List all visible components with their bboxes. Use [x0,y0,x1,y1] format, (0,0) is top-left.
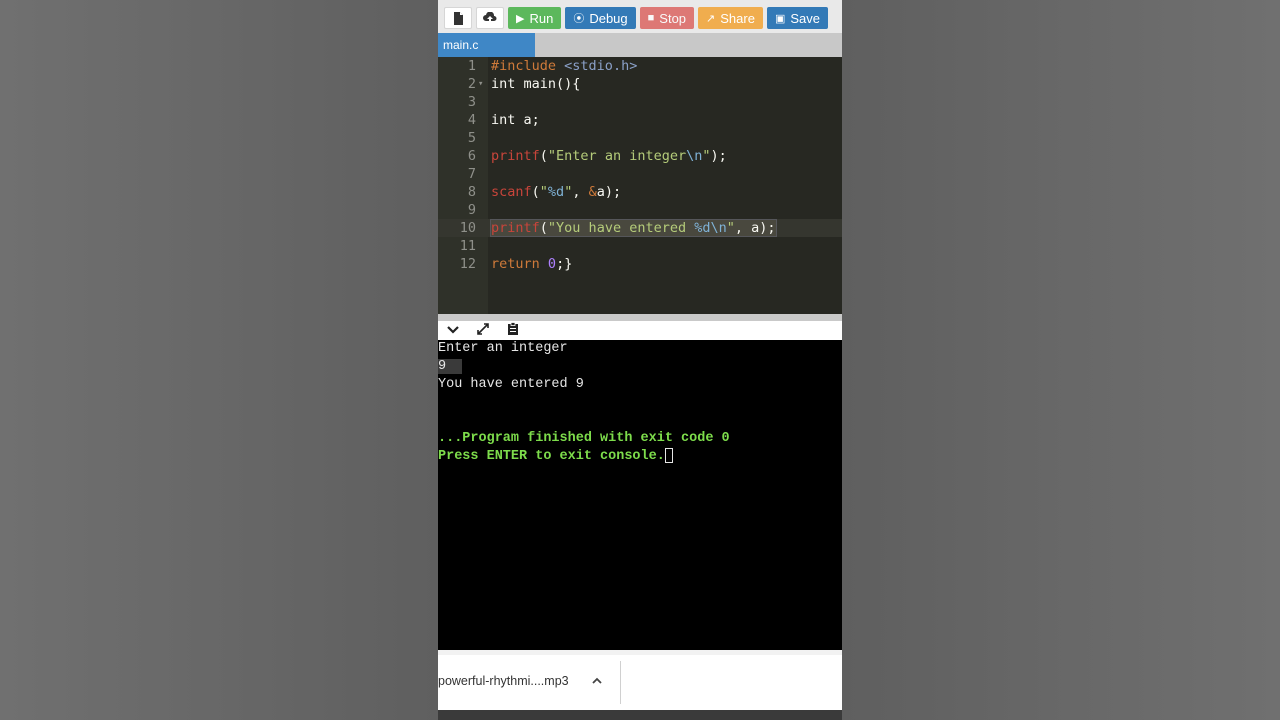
console-input-line: 9 [438,358,463,376]
new-file-button[interactable] [444,7,472,29]
code-line-active[interactable]: 10 printf("You have entered %d\n", a); [438,219,842,237]
debug-label: Debug [589,10,628,26]
online-compiler-app: ▶ Run ⦿ Debug ■ Stop ↗ Share ▣ Save main… [438,0,842,720]
chevron-up-icon [592,677,602,684]
line-number: 4 [467,112,476,128]
stop-button[interactable]: ■ Stop [639,7,695,29]
console-input-value: 9 [438,359,463,374]
file-tabs: main.c [438,33,842,57]
cloud-upload-icon [483,12,497,22]
save-button[interactable]: ▣ Save [766,7,829,29]
bottom-strip [438,710,842,720]
share-label: Share [720,10,755,26]
line-number: 1 [467,58,476,74]
copy-output-button[interactable] [504,322,522,339]
line-number: 11 [459,238,476,254]
line-number: 10 [459,220,476,236]
background-left [0,0,438,720]
play-icon: ▶ [516,12,525,25]
divider [620,661,621,704]
fold-icon[interactable]: ▾ [478,75,483,93]
share-button[interactable]: ↗ Share [698,7,763,29]
stop-icon: ■ [647,12,655,24]
code-line[interactable]: 3 [438,93,842,111]
chevron-down-icon [447,326,459,334]
stop-label: Stop [659,10,687,26]
pane-splitter[interactable] [438,314,842,321]
code-editor[interactable]: 1 #include <stdio.h> 2 ▾ int main(){ 3 4… [438,57,842,314]
collapse-console-button[interactable] [444,322,462,339]
line-number: 5 [467,130,476,146]
line-number: 8 [467,184,476,200]
code-line[interactable]: 9 [438,201,842,219]
line-number: 6 [467,148,476,164]
press-enter-text: Press ENTER to exit console. [438,449,665,465]
line-number: 9 [467,202,476,218]
code-line[interactable]: 1 #include <stdio.h> [438,57,842,75]
line-number: 2 [467,76,476,92]
save-label: Save [790,10,821,26]
download-bar: powerful-rhythmi....mp3 [438,655,842,710]
floppy-icon: ▣ [774,12,786,25]
expand-console-button[interactable] [474,322,492,339]
download-options-button[interactable] [592,672,602,688]
selection: printf("You have entered %d\n", a); [490,219,777,237]
console-cursor [664,448,673,463]
code-line[interactable]: 7 [438,165,842,183]
run-button[interactable]: ▶ Run [508,7,562,29]
code-line[interactable]: 8 scanf("%d", &a); [438,183,842,201]
line-number: 3 [467,94,476,110]
clipboard-icon [508,322,518,335]
press-enter-line: Press ENTER to exit console. [438,448,673,466]
code-line[interactable]: 12 return 0;} [438,255,842,273]
console-toolbar [438,321,842,340]
line-number: 7 [467,166,476,182]
exit-status-line: ...Program finished with exit code 0 [438,431,730,446]
code-line[interactable]: 2 ▾ int main(){ [438,75,842,93]
console-output[interactable]: Enter an integer 9 You have entered 9 ..… [438,340,842,650]
console-line: Enter an integer [438,341,568,356]
upload-button[interactable] [476,7,504,29]
debug-icon: ⦿ [573,13,585,25]
expand-icon [477,323,489,335]
debug-button[interactable]: ⦿ Debug [565,7,636,29]
file-icon [453,11,463,25]
share-icon: ↗ [706,12,716,25]
console-line: You have entered 9 [438,377,584,392]
code-line[interactable]: 5 [438,129,842,147]
tab-main-c[interactable]: main.c [438,33,535,57]
code-line[interactable]: 6 printf("Enter an integer\n"); [438,147,842,165]
toolbar: ▶ Run ⦿ Debug ■ Stop ↗ Share ▣ Save [438,0,842,36]
code-line[interactable]: 11 [438,237,842,255]
code-line[interactable]: 4 int a; [438,111,842,129]
line-number: 12 [459,256,476,272]
download-file-name[interactable]: powerful-rhythmi....mp3 [438,674,569,688]
background-right [842,0,1280,720]
run-label: Run [529,10,554,26]
